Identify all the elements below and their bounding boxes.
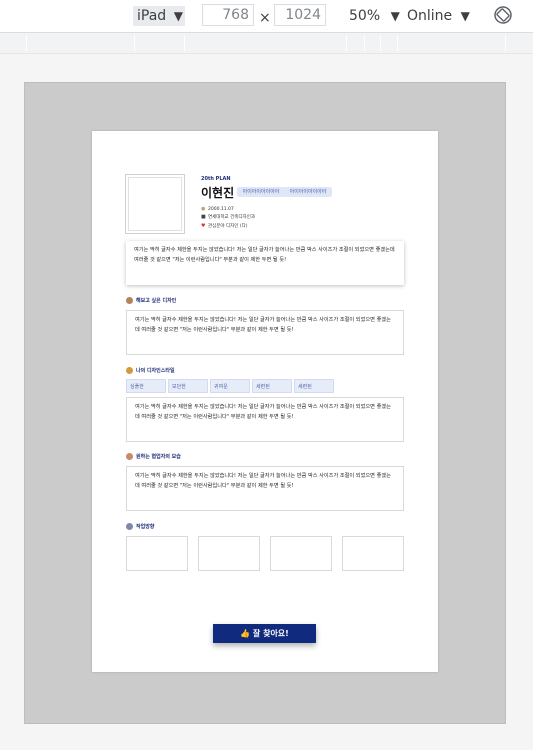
section-title: 원하는 협업자의 모습 xyxy=(126,453,181,462)
worker-icon xyxy=(126,523,133,530)
width-input[interactable]: 768 xyxy=(202,4,254,26)
zoom-label: 50% xyxy=(349,8,381,24)
ruler-mark xyxy=(380,35,381,51)
work-box[interactable] xyxy=(342,536,404,571)
profile-tag: 아이아이아이아아 xyxy=(284,187,332,197)
section-title: 작업방향 xyxy=(126,523,154,532)
avatar-icon xyxy=(126,453,133,460)
section-card: 여기는 딱히 글자수 제한을 두지는 않았습니다! 저는 일단 글자가 늘어나는… xyxy=(126,466,404,511)
section-body: 여기는 딱히 글자수 제한을 두지는 않았습니다! 저는 일단 글자가 늘어나는… xyxy=(135,317,391,333)
ruler-mark xyxy=(505,35,506,51)
info-birth: ● 2000.11.07 xyxy=(201,205,234,213)
caret-down-icon: ▼ xyxy=(173,9,183,23)
device-select-label: iPad xyxy=(137,8,167,24)
work-box[interactable] xyxy=(198,536,260,571)
section-title: 나의 디자인스타일 xyxy=(126,367,175,376)
width-value: 768 xyxy=(222,7,249,23)
ruler-mark xyxy=(346,35,347,51)
section-title-text: 원하는 협업자의 모습 xyxy=(136,454,181,460)
info-interest-text: 관심분야 디자인 (다) xyxy=(208,224,248,229)
good-match-button[interactable]: 👍 잘 찾아요! xyxy=(213,624,316,643)
network-label: Online xyxy=(407,8,453,24)
height-input[interactable]: 1024 xyxy=(274,4,326,26)
intro-text: 여기는 딱히 글자수 제한을 두지는 않았습니다! 저는 일단 글자가 늘어나는… xyxy=(134,247,395,263)
style-chip[interactable]: 심플한 xyxy=(126,379,166,393)
heart-icon: ♥ xyxy=(201,223,206,229)
avatar-icon xyxy=(126,297,133,304)
media-query-ruler[interactable] xyxy=(0,32,533,54)
ruler-mark xyxy=(134,35,135,51)
rotate-icon[interactable] xyxy=(493,5,513,25)
caret-down-icon: ▼ xyxy=(390,9,400,23)
section-title-text: 작업방향 xyxy=(136,524,155,530)
section-body: 여기는 딱히 글자수 제한을 두지는 않았습니다! 저는 일단 글자가 늘어나는… xyxy=(135,404,391,420)
section-card: 여기는 딱히 글자수 제한을 두지는 않았습니다! 저는 일단 글자가 늘어나는… xyxy=(126,310,404,355)
profile-photo xyxy=(125,174,185,234)
ruler-mark xyxy=(26,35,27,51)
zoom-select[interactable]: 50% ▼ xyxy=(349,6,400,26)
style-chip[interactable]: 모던한 xyxy=(168,379,208,393)
style-chip[interactable]: 세련된 xyxy=(252,379,292,393)
section-body: 여기는 딱히 글자수 제한을 두지는 않았습니다! 저는 일단 글자가 늘어나는… xyxy=(135,473,391,489)
device-select[interactable]: iPad ▼ xyxy=(133,6,185,26)
info-interest: ♥ 관심분야 디자인 (다) xyxy=(201,222,248,230)
section-title: 해보고 싶은 디자인 xyxy=(126,297,176,306)
info-birth-text: 2000.11.07 xyxy=(208,207,234,212)
device-toolbar: iPad ▼ 768 × 1024 50% ▼ Online ▼ xyxy=(0,0,533,32)
school-icon: ■ xyxy=(201,214,206,220)
style-chip[interactable]: 세련된 xyxy=(294,379,334,393)
work-box[interactable] xyxy=(126,536,188,571)
times-label: × xyxy=(259,10,271,26)
section-card: 여기는 딱히 글자수 제한을 두지는 않았습니다! 저는 일단 글자가 늘어나는… xyxy=(126,397,404,442)
profile-tag: 아이아이아이아아 xyxy=(237,187,285,197)
info-school-text: 연세대학교 건축디자인과 xyxy=(208,215,255,220)
network-select[interactable]: Online ▼ xyxy=(407,6,470,26)
plan-label: 20th PLAN xyxy=(201,176,231,182)
ruler-mark xyxy=(184,35,185,51)
caret-down-icon: ▼ xyxy=(460,9,470,23)
style-chip[interactable]: 귀여운 xyxy=(210,379,250,393)
palette-icon xyxy=(126,367,133,374)
ruler-mark xyxy=(397,35,398,51)
height-value: 1024 xyxy=(285,7,321,23)
intro-card: 여기는 딱히 글자수 제한을 두지는 않았습니다! 저는 일단 글자가 늘어나는… xyxy=(126,241,404,285)
section-title-text: 나의 디자인스타일 xyxy=(136,368,175,374)
info-school: ■ 연세대학교 건축디자인과 xyxy=(201,213,255,221)
section-title-text: 해보고 싶은 디자인 xyxy=(136,298,177,304)
work-box[interactable] xyxy=(270,536,332,571)
ruler-mark xyxy=(364,35,365,51)
calendar-icon: ● xyxy=(201,206,206,212)
person-name: 이현진 xyxy=(201,186,235,200)
